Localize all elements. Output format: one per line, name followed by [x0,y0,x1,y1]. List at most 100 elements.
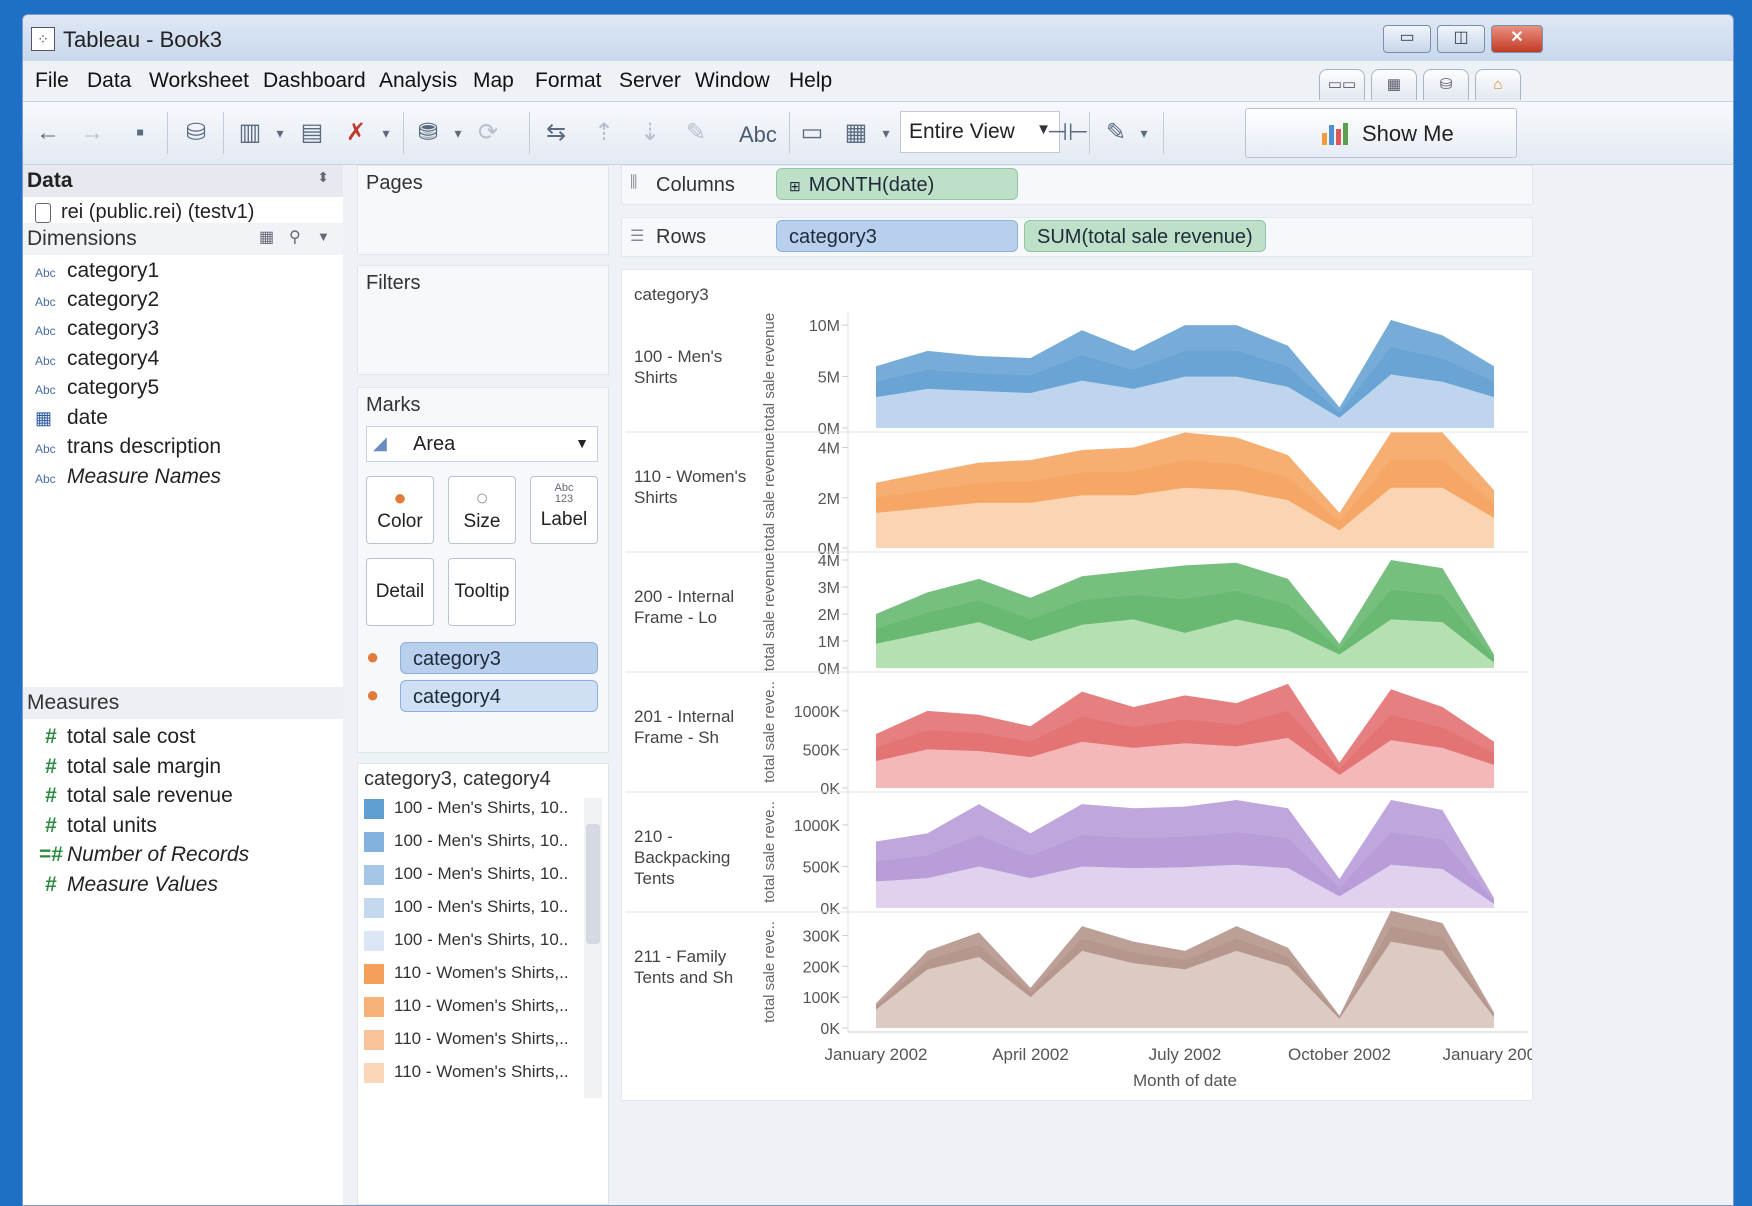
minimize-button[interactable]: ▭ [1383,25,1431,53]
back-icon[interactable]: ← [31,116,65,150]
dimension-field[interactable]: Abc category3 [35,317,159,341]
cards-icon[interactable]: ▦ [839,116,873,150]
dimension-field[interactable]: Abc category4 [35,347,159,371]
measure-type-icon: # [45,755,57,778]
legend-item[interactable]: 100 - Men's Shirts, 10.. [364,831,568,852]
dimension-field[interactable]: Abc category1 [35,259,159,283]
string-type-icon: Abc [35,383,56,397]
forward-icon[interactable]: → [75,116,109,150]
data-source-item[interactable]: rei (public.rei) (testv1) [35,201,254,224]
dimension-field[interactable]: Abc Measure Names [35,465,221,489]
sort-ascending-icon[interactable]: ⇡ [587,116,621,150]
color-label: Color [377,511,423,532]
sort-descending-icon[interactable]: ⇣ [633,116,667,150]
legend-item[interactable]: 100 - Men's Shirts, 10.. [364,864,568,885]
measure-field[interactable]: # total sale revenue [35,784,233,808]
pen-dropdown-icon[interactable]: ▾ [1127,116,1161,150]
cards-dropdown-icon[interactable]: ▾ [869,116,903,150]
view-list-icon[interactable]: ▦ [259,227,274,247]
fix-axes-icon[interactable]: ⊣⊢ [1047,116,1089,150]
legend-item[interactable]: 100 - Men's Shirts, 10.. [364,897,568,918]
filters-shelf[interactable]: Filters [357,265,609,375]
menu-server[interactable]: Server [619,69,681,93]
rows-shelf[interactable]: ☰ Rows category3 SUM(total sale revenue) [621,217,1533,257]
category3-row-pill[interactable]: category3 [776,220,1018,252]
dimensions-menu-icon[interactable]: ▼ [317,229,330,244]
measure-field[interactable]: # total sale cost [35,725,195,749]
dimension-field[interactable]: Abc category5 [35,376,159,400]
maximize-button[interactable]: ◫ [1437,25,1485,53]
category3-color-pill[interactable]: category3 [400,642,598,674]
highlight-icon[interactable]: ✎ [679,116,713,150]
dimension-field[interactable]: Abc trans description [35,435,221,459]
menu-help[interactable]: Help [789,69,832,93]
dimension-field[interactable]: ▦ date [35,406,108,430]
legend-item[interactable]: 110 - Women's Shirts,.. [364,963,569,984]
data-extract-icon[interactable]: ⛃ [411,116,445,150]
dimension-field[interactable]: Abc category2 [35,288,159,312]
menu-window[interactable]: Window [695,69,770,93]
color-button[interactable]: ● Color [366,476,434,544]
menu-worksheet[interactable]: Worksheet [149,69,249,93]
new-worksheet-icon[interactable]: ▥ [233,116,267,150]
sum-revenue-row-pill[interactable]: SUM(total sale revenue) [1024,220,1266,252]
month-date-pill[interactable]: ⊞ MONTH(date) [776,168,1018,200]
pane-collapse-icon[interactable]: ⬍ [317,169,329,186]
tableau-app-icon: ⁘ [31,27,55,51]
size-button[interactable]: ○ Size [448,476,516,544]
pages-shelf[interactable]: Pages [357,165,609,255]
measure-field[interactable]: =# Number of Records [35,843,249,867]
detail-button[interactable]: Detail [366,558,434,626]
sheet-sorter-icon[interactable]: ▦ [1371,69,1417,100]
category4-color-pill[interactable]: category4 [400,680,598,712]
refresh-icon[interactable]: ⟳ [471,116,505,150]
measure-label: total sale margin [67,755,222,778]
legend-swatch [364,897,384,918]
dimension-label: category4 [67,347,160,370]
legend-item[interactable]: 110 - Women's Shirts,.. [364,996,569,1017]
legend-scrollbar[interactable] [584,798,602,1098]
filmstrip-view-icon[interactable]: ▭▭ [1319,69,1365,100]
legend-item[interactable]: 100 - Men's Shirts, 10.. [364,798,568,819]
visualization: category3 100 - Men's Shirts total sale rev… [621,269,1546,1101]
legend-item[interactable]: 110 - Women's Shirts,.. [364,1029,569,1050]
save-icon[interactable]: ▪ [123,116,157,150]
menu-dashboard[interactable]: Dashboard [263,69,366,93]
search-icon[interactable]: ⚲ [289,227,301,247]
connect-data-icon[interactable]: ⛁ [179,116,213,150]
new-worksheet-dropdown-icon[interactable]: ▾ [263,116,297,150]
measure-type-icon: # [45,725,57,748]
scrollbar-thumb[interactable] [586,824,600,944]
measure-field[interactable]: # total sale margin [35,755,221,779]
legend-item[interactable]: 100 - Men's Shirts, 10.. [364,930,568,951]
menu-format[interactable]: Format [535,69,602,93]
close-button[interactable]: ✕ [1491,25,1543,53]
menu-file[interactable]: File [35,69,69,93]
legend-item[interactable]: 110 - Women's Shirts,.. [364,1062,569,1083]
presentation-mode-icon[interactable]: ▭ [795,116,829,150]
clear-sheet-dropdown-icon[interactable]: ▾ [369,116,403,150]
menu-data[interactable]: Data [87,69,131,93]
show-me-button[interactable]: Show Me [1245,108,1517,158]
measure-field[interactable]: # total units [35,814,157,838]
duplicate-sheet-icon[interactable]: ▤ [295,116,329,150]
swap-axes-icon[interactable]: ⇆ [539,116,573,150]
marks-label: Marks [366,394,421,416]
expand-icon: ⊞ [789,178,801,194]
label-button[interactable]: Abc 123 Label [530,476,598,544]
measure-field[interactable]: # Measure Values [35,873,218,897]
columns-shelf[interactable]: ⫼ Columns ⊞ MONTH(date) [621,165,1533,205]
measure-label: total sale revenue [67,784,233,807]
data-source-tab-icon[interactable]: ⛁ [1423,69,1469,100]
row-label: 211 - Family [634,947,727,966]
home-icon[interactable]: ⌂ [1475,69,1521,100]
tooltip-button[interactable]: Tooltip [448,558,516,626]
fit-dropdown[interactable]: Entire View ▼ [900,111,1060,153]
menu-map[interactable]: Map [473,69,514,93]
clear-sheet-icon[interactable]: ✗ [339,116,373,150]
menu-analysis[interactable]: Analysis [379,69,457,93]
mark-type-dropdown[interactable]: ◢ Area ▼ [366,426,598,462]
show-mark-labels-button[interactable]: Abc [739,122,777,148]
string-type-icon: Abc [35,354,56,368]
extract-dropdown-icon[interactable]: ▾ [441,116,475,150]
